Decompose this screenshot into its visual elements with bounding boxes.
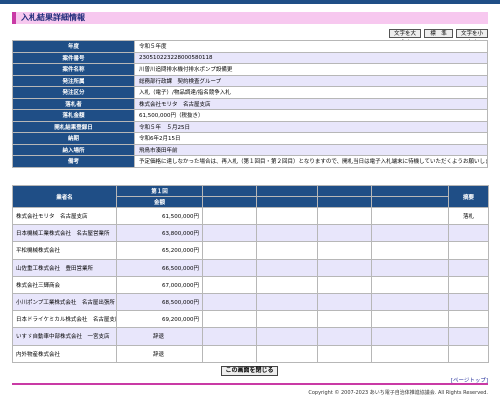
tender-info-table: 年度 令和５年度 案件番号 230510223228000580118 案件名称… [12, 40, 488, 168]
info-label-fiscal-year: 年度 [12, 40, 135, 53]
table-row: 平松機械株式会社 65,200,000円 [12, 241, 489, 260]
header-blank [317, 185, 372, 197]
info-value-order-type: 入札（電子）/物品調達/指名競争入札 [134, 86, 488, 99]
header-blank [371, 196, 449, 208]
info-row: 開札結果登録日 令和５年 ５月25日 [12, 120, 488, 133]
bid-results-table: 業者名 第１回 摘要 金額 株式会社モリタ 名古屋支店 61,500,000円 … [12, 185, 489, 363]
bidder-name: 内外物産株式会社 [12, 344, 117, 363]
info-row: 発注所属 総務部行政課 契約検査グループ [12, 74, 488, 87]
bidder-name: 株式会社三輝商会 [12, 275, 117, 294]
copyright-text: Copyright © 2007-2023 あいち電子自治体推進協議会. All… [308, 390, 488, 396]
info-label-case-number: 案件番号 [12, 51, 135, 64]
info-label-winner: 落札者 [12, 97, 135, 110]
info-row: 案件名称 川曽川追問排水機付排水ポンプ設備更 [12, 63, 488, 76]
bid-amount: 辞退 [116, 327, 203, 346]
info-row: 納期 令和6年2月15日 [12, 132, 488, 145]
font-enlarge-button[interactable]: 文字を大きく [389, 29, 421, 46]
bid-amount: 63,800,000円 [116, 224, 203, 243]
bid-amount: 66,500,000円 [116, 258, 203, 277]
header-blank [317, 196, 372, 208]
bid-remark [448, 241, 489, 260]
info-value-department: 総務部行政課 契約検査グループ [134, 74, 488, 87]
info-value-winning-amount: 61,500,000円（税抜き） [134, 109, 488, 122]
footer-divider [12, 383, 488, 385]
info-value-winner: 株式会社モリタ 名古屋支店 [134, 97, 488, 110]
bid-remark [448, 310, 489, 329]
bid-remark [448, 327, 489, 346]
bid-amount: 65,200,000円 [116, 241, 203, 260]
info-label-department: 発注所属 [12, 74, 135, 87]
info-label-delivery-place: 納入場所 [12, 143, 135, 156]
bidder-name: 日本機械工業株式会社 名古屋営業所 [12, 224, 117, 243]
info-label-registration-date: 開札結果登録日 [12, 120, 135, 133]
close-window-button[interactable]: この画面を閉じる [221, 366, 278, 376]
header-remarks: 摘要 [448, 185, 489, 208]
bidder-name: 小川ポンプ工業株式会社 名古屋出張所 [12, 292, 117, 312]
info-value-case-number: 230510223228000580118 [134, 51, 488, 64]
header-blank [202, 185, 257, 197]
bid-amount: 67,000,000円 [116, 275, 203, 294]
table-row: 内外物産株式会社 辞退 [12, 344, 489, 363]
font-shrink-button[interactable]: 文字を小さく [456, 29, 488, 46]
bidder-name: 平松機械株式会社 [12, 241, 117, 260]
table-row: 株式会社三輝商会 67,000,000円 [12, 275, 489, 294]
info-label-case-name: 案件名称 [12, 63, 135, 76]
table-row: 日本機械工業株式会社 名古屋営業所 63,800,000円 [12, 224, 489, 243]
bid-remark [448, 292, 489, 312]
header-bidder: 業者名 [12, 185, 117, 208]
info-row: 落札金額 61,500,000円（税抜き） [12, 109, 488, 122]
header-amount: 金額 [116, 196, 203, 208]
bid-remark [448, 224, 489, 243]
header-blank [256, 185, 318, 197]
font-size-controls: 文字を大きく 標 準 文字を小さく [389, 29, 488, 46]
bidder-name: 山佐重工株式会社 豊田営業所 [12, 258, 117, 277]
info-value-delivery-place: 飛鳥市湊田年前 [134, 143, 488, 156]
info-row: 落札者 株式会社モリタ 名古屋支店 [12, 97, 488, 110]
header-round1: 第１回 [116, 185, 203, 197]
info-value-case-name: 川曽川追問排水機付排水ポンプ設備更 [134, 63, 488, 76]
info-row: 年度 令和５年度 [12, 40, 488, 53]
table-row: 小川ポンプ工業株式会社 名古屋出張所 68,500,000円 [12, 292, 489, 312]
info-row: 案件番号 230510223228000580118 [12, 51, 488, 64]
bidder-name: いすゞ自動車中部株式会社 一宮支店 [12, 327, 117, 346]
info-label-order-type: 発注区分 [12, 86, 135, 99]
header-blank [371, 185, 449, 197]
table-row: 日本ドライケミカル株式会社 名古屋支店 69,200,000円 [12, 310, 489, 329]
info-row: 発注区分 入札（電子）/物品調達/指名競争入札 [12, 86, 488, 99]
info-row: 納入場所 飛鳥市湊田年前 [12, 143, 488, 156]
bid-remark [448, 258, 489, 277]
bid-remark [448, 344, 489, 363]
info-label-remarks: 備考 [12, 155, 135, 168]
top-bar [0, 0, 500, 4]
bid-amount: 辞退 [116, 344, 203, 363]
bid-amount: 61,500,000円 [116, 206, 203, 226]
bid-amount: 69,200,000円 [116, 310, 203, 329]
bid-remark: 落札 [448, 206, 489, 226]
bidder-name: 株式会社モリタ 名古屋支店 [12, 206, 117, 226]
bid-remark [448, 275, 489, 294]
font-standard-button[interactable]: 標 準 [424, 29, 453, 38]
header-blank [256, 196, 318, 208]
info-value-remarks: 予定価格に達しなかった場合は、再入札（第１回目・第２回目）となりますので、開札当… [134, 155, 488, 168]
info-label-winning-amount: 落札金額 [12, 109, 135, 122]
info-row: 備考 予定価格に達しなかった場合は、再入札（第１回目・第２回目）となりますので、… [12, 155, 488, 168]
info-value-delivery-date: 令和6年2月15日 [134, 132, 488, 145]
info-label-delivery-date: 納期 [12, 132, 135, 145]
info-value-fiscal-year: 令和５年度 [134, 40, 488, 53]
page-title: 入札結果詳細情報 [12, 12, 488, 24]
bid-amount: 68,500,000円 [116, 292, 203, 312]
table-row: 株式会社モリタ 名古屋支店 61,500,000円 落札 [12, 206, 489, 226]
table-row: いすゞ自動車中部株式会社 一宮支店 辞退 [12, 327, 489, 346]
table-row: 山佐重工株式会社 豊田営業所 66,500,000円 [12, 258, 489, 277]
header-blank [202, 196, 257, 208]
bidder-name: 日本ドライケミカル株式会社 名古屋支店 [12, 310, 117, 329]
info-value-registration-date: 令和５年 ５月25日 [134, 120, 488, 133]
